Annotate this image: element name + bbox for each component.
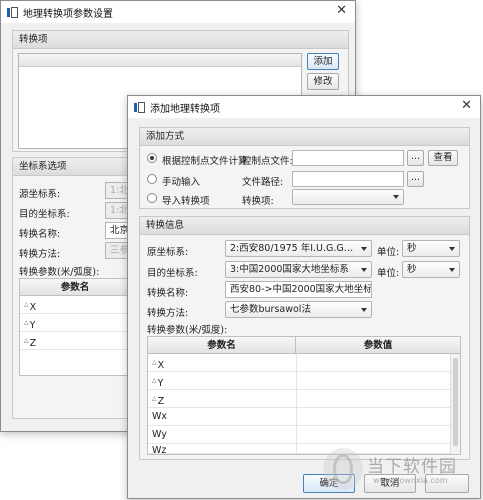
radio-manual-label: 手动输入	[162, 177, 201, 188]
target-coord-label: 目的坐标系:	[147, 268, 198, 279]
transform-params-label: 转换参数(米/弧度):	[19, 267, 100, 278]
target-coord-label: 目的坐标系:	[19, 209, 70, 220]
app-icon	[134, 101, 145, 113]
back-params-table: 参数名 △X △Y △Z	[19, 278, 131, 376]
coord-options-header: 坐标系选项	[13, 158, 133, 176]
app-icon	[7, 6, 18, 18]
transform-method-combo[interactable]: 七参数bursawol法	[225, 301, 372, 318]
table-row[interactable]: △Z	[20, 332, 130, 350]
radio-calc-label: 根据控制点文件计算	[162, 156, 248, 167]
add-transform-titlebar[interactable]: 添加地理转换项 ✕	[128, 96, 480, 118]
radio-import-transform[interactable]	[147, 193, 157, 203]
param-settings-title: 地理转换项参数设置	[23, 8, 113, 20]
chevron-down-icon	[361, 267, 367, 272]
transform-method-label: 转换方法:	[19, 249, 61, 260]
params-table-scrollbar[interactable]	[450, 354, 460, 454]
transform-name-label: 转换名称:	[19, 229, 61, 240]
scrollbar-thumb[interactable]	[453, 358, 458, 446]
edit-button[interactable]: 修改	[307, 73, 339, 90]
table-row[interactable]: Wx	[148, 408, 450, 426]
view-button[interactable]: 查看	[428, 150, 458, 166]
table-row[interactable]: Wy	[148, 426, 450, 444]
watermark: 当下软件园 www.downxia.com	[323, 448, 483, 498]
source-unit-label: 单位:	[377, 247, 400, 258]
param-name-header: 参数名	[148, 337, 296, 354]
transform-item-header: 转换项	[13, 31, 348, 49]
radio-calc-from-control-file[interactable]	[147, 153, 157, 163]
chevron-down-icon	[361, 307, 367, 312]
control-file-input[interactable]	[292, 150, 404, 166]
source-coord-label: 原坐标系:	[147, 247, 189, 258]
close-icon[interactable]: ✕	[336, 4, 347, 18]
table-row[interactable]: △X	[20, 296, 130, 314]
table-row[interactable]: △Z	[148, 390, 450, 408]
target-coord-combo[interactable]: 3:中国2000国家大地坐标系	[225, 261, 372, 278]
table-row[interactable]: △Y	[20, 314, 130, 332]
column-divider	[296, 354, 297, 454]
close-icon[interactable]: ✕	[461, 99, 472, 113]
browse-control-file-button[interactable]: ...	[407, 150, 424, 166]
watermark-logo-inner	[333, 454, 353, 484]
transform-method-label: 转换方法:	[147, 308, 189, 319]
chevron-down-icon	[361, 246, 367, 251]
add-transform-title: 添加地理转换项	[150, 103, 220, 115]
control-file-label: 控制点文件:	[242, 156, 293, 167]
file-path-label: 文件路径:	[242, 177, 284, 188]
radio-import-label: 导入转换项	[162, 196, 210, 207]
target-unit-combo[interactable]: 秒	[402, 261, 460, 278]
transform-item-combo[interactable]	[292, 189, 404, 205]
param-settings-titlebar[interactable]: 地理转换项参数设置 ✕	[1, 1, 355, 23]
target-unit-label: 单位:	[377, 268, 400, 279]
param-value-header: 参数值	[296, 337, 460, 354]
source-coord-combo[interactable]: 2:西安80/1975 年I.U.G.G推荐...	[225, 240, 372, 257]
transform-item-label: 转换项:	[242, 196, 274, 207]
chevron-down-icon	[393, 195, 399, 199]
transform-name-input[interactable]: 西安80->中国2000国家大地坐标系	[225, 281, 372, 298]
chevron-down-icon	[449, 246, 455, 251]
params-table: 参数名 参数值 △X △Y △Z Wx Wy Wz	[147, 336, 461, 455]
table-row[interactable]: △X	[148, 354, 450, 372]
file-path-input[interactable]	[292, 171, 404, 187]
transform-info-header: 转换信息	[140, 217, 469, 235]
watermark-text: 当下软件园	[367, 457, 457, 477]
add-button[interactable]: 添加	[307, 53, 339, 70]
chevron-down-icon	[449, 267, 455, 272]
transform-params-label: 转换参数(米/弧度):	[147, 325, 228, 336]
add-mode-header: 添加方式	[140, 128, 469, 146]
radio-manual-input[interactable]	[147, 174, 157, 184]
add-transform-window: 添加地理转换项 ✕ 添加方式 根据控制点文件计算 控制点文件: ... 查看 手…	[127, 95, 481, 499]
table-row[interactable]: △Y	[148, 372, 450, 390]
source-unit-combo[interactable]: 秒	[402, 240, 460, 257]
back-param-name-header: 参数名	[20, 279, 130, 296]
watermark-url: www.downxia.com	[373, 476, 448, 485]
transform-name-label: 转换名称:	[147, 288, 189, 299]
browse-file-path-button[interactable]: ...	[407, 171, 424, 187]
source-coord-label: 源坐标系:	[19, 189, 61, 200]
